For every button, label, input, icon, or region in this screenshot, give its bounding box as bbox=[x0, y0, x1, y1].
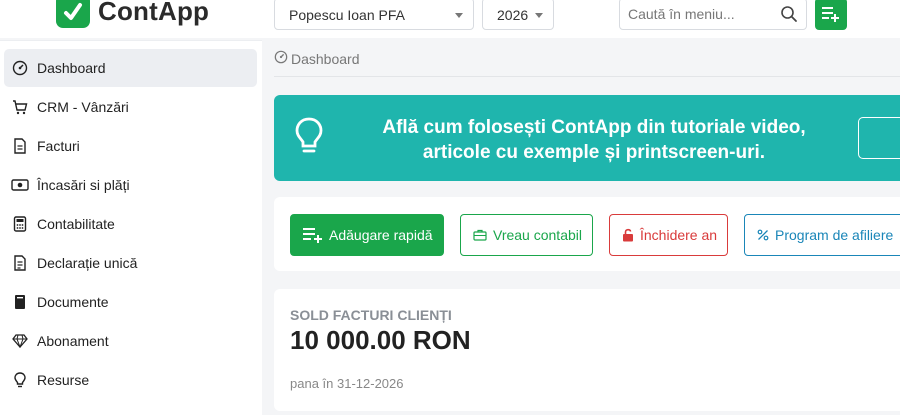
percent-icon bbox=[757, 229, 769, 241]
diamond-icon bbox=[11, 332, 29, 350]
sidebar-item-resources[interactable]: Resurse bbox=[4, 361, 257, 399]
sidebar-item-subscription[interactable]: Abonament bbox=[4, 322, 257, 360]
dashboard-icon bbox=[274, 50, 288, 67]
menu-search bbox=[619, 0, 807, 30]
sidebar-item-label: Resurse bbox=[37, 372, 90, 388]
affiliate-program-button[interactable]: Program de afiliere bbox=[744, 214, 900, 256]
banner-line-1: Află cum folosești ContApp din tutoriale… bbox=[382, 117, 806, 138]
company-select-value: Popescu Ioan PFA bbox=[289, 7, 405, 23]
sidebar-item-label: CRM - Vânzări bbox=[37, 99, 129, 115]
quick-add-icon-button[interactable] bbox=[815, 0, 847, 30]
cash-icon bbox=[11, 176, 29, 194]
want-accountant-label: Vreau contabil bbox=[493, 227, 582, 243]
sidebar-item-payments[interactable]: Încasări si plăți bbox=[4, 166, 257, 204]
banner-button[interactable] bbox=[858, 117, 900, 159]
sidebar-item-invoices[interactable]: Facturi bbox=[4, 127, 257, 165]
sidebar-item-label: Contabilitate bbox=[37, 216, 115, 232]
sidebar-item-dashboard[interactable]: Dashboard bbox=[4, 49, 257, 87]
chevron-down-icon bbox=[535, 13, 543, 18]
logo-text: ContApp bbox=[98, 0, 210, 26]
briefcase-icon bbox=[473, 229, 487, 241]
affiliate-program-label: Program de afiliere bbox=[775, 227, 894, 243]
sidebar-item-label: Dashboard bbox=[37, 60, 106, 76]
breadcrumb: Dashboard bbox=[274, 50, 360, 67]
card-title: SOLD FACTURI CLIENȚI bbox=[290, 307, 452, 323]
divider bbox=[274, 76, 900, 77]
quick-add-label: Adăugare rapidă bbox=[329, 227, 433, 243]
dashboard-icon bbox=[11, 59, 29, 77]
want-accountant-button[interactable]: Vreau contabil bbox=[460, 214, 593, 256]
app-logo[interactable]: ContApp bbox=[56, 0, 209, 28]
quick-add-button[interactable]: Adăugare rapidă bbox=[290, 214, 444, 256]
unlock-icon bbox=[622, 228, 634, 242]
balance-value: 10 000.00 RON bbox=[290, 325, 471, 355]
breadcrumb-item[interactable]: Dashboard bbox=[291, 51, 360, 67]
calculator-icon bbox=[11, 215, 29, 233]
sidebar-item-label: Facturi bbox=[37, 138, 80, 154]
invoice-icon bbox=[11, 137, 29, 155]
main-content: Dashboard Află cum folosești ContApp din… bbox=[262, 38, 900, 415]
close-year-label: Închidere an bbox=[640, 227, 718, 243]
banner-text: Află cum folosești ContApp din tutoriale… bbox=[364, 115, 824, 165]
tutorials-banner: Află cum folosești ContApp din tutoriale… bbox=[274, 95, 900, 181]
year-select-value: 2026 bbox=[497, 7, 529, 23]
sidebar-item-label: Încasări si plăți bbox=[37, 177, 130, 193]
quick-actions-panel: Adăugare rapidă Vreau contabil Închidere… bbox=[274, 197, 900, 271]
banner-line-2: articole cu exemple și printscreen-uri. bbox=[422, 142, 766, 163]
close-year-button[interactable]: Închidere an bbox=[609, 214, 728, 256]
client-balance-card: SOLD FACTURI CLIENȚI 10 000.00 RON pana … bbox=[274, 289, 900, 411]
search-input[interactable] bbox=[628, 0, 778, 28]
list-add-icon bbox=[822, 7, 839, 22]
search-icon[interactable] bbox=[780, 5, 798, 28]
list-add-icon bbox=[303, 227, 323, 243]
cart-icon bbox=[11, 98, 29, 116]
sidebar-item-crm[interactable]: CRM - Vânzări bbox=[4, 88, 257, 126]
declaration-icon bbox=[11, 254, 29, 272]
lightbulb-icon bbox=[294, 117, 324, 160]
sidebar-item-declaration[interactable]: Declarație unică bbox=[4, 244, 257, 282]
top-bar: ContApp Popescu Ioan PFA 2026 bbox=[0, 0, 900, 38]
sidebar-item-label: Abonament bbox=[37, 333, 109, 349]
year-select[interactable]: 2026 bbox=[482, 0, 554, 30]
company-select[interactable]: Popescu Ioan PFA bbox=[274, 0, 474, 30]
sidebar-item-label: Documente bbox=[37, 294, 109, 310]
balance-date-note: pana în 31-12-2026 bbox=[290, 376, 404, 391]
lightbulb-icon bbox=[11, 371, 29, 389]
chevron-down-icon bbox=[455, 13, 463, 18]
documents-icon bbox=[11, 293, 29, 311]
sidebar-item-accounting[interactable]: Contabilitate bbox=[4, 205, 257, 243]
logo-mark-icon bbox=[56, 0, 90, 28]
sidebar-item-label: Declarație unică bbox=[37, 255, 138, 271]
sidebar: Dashboard CRM - Vânzări Facturi Încasări… bbox=[0, 40, 262, 415]
sidebar-item-documents[interactable]: Documente bbox=[4, 283, 257, 321]
